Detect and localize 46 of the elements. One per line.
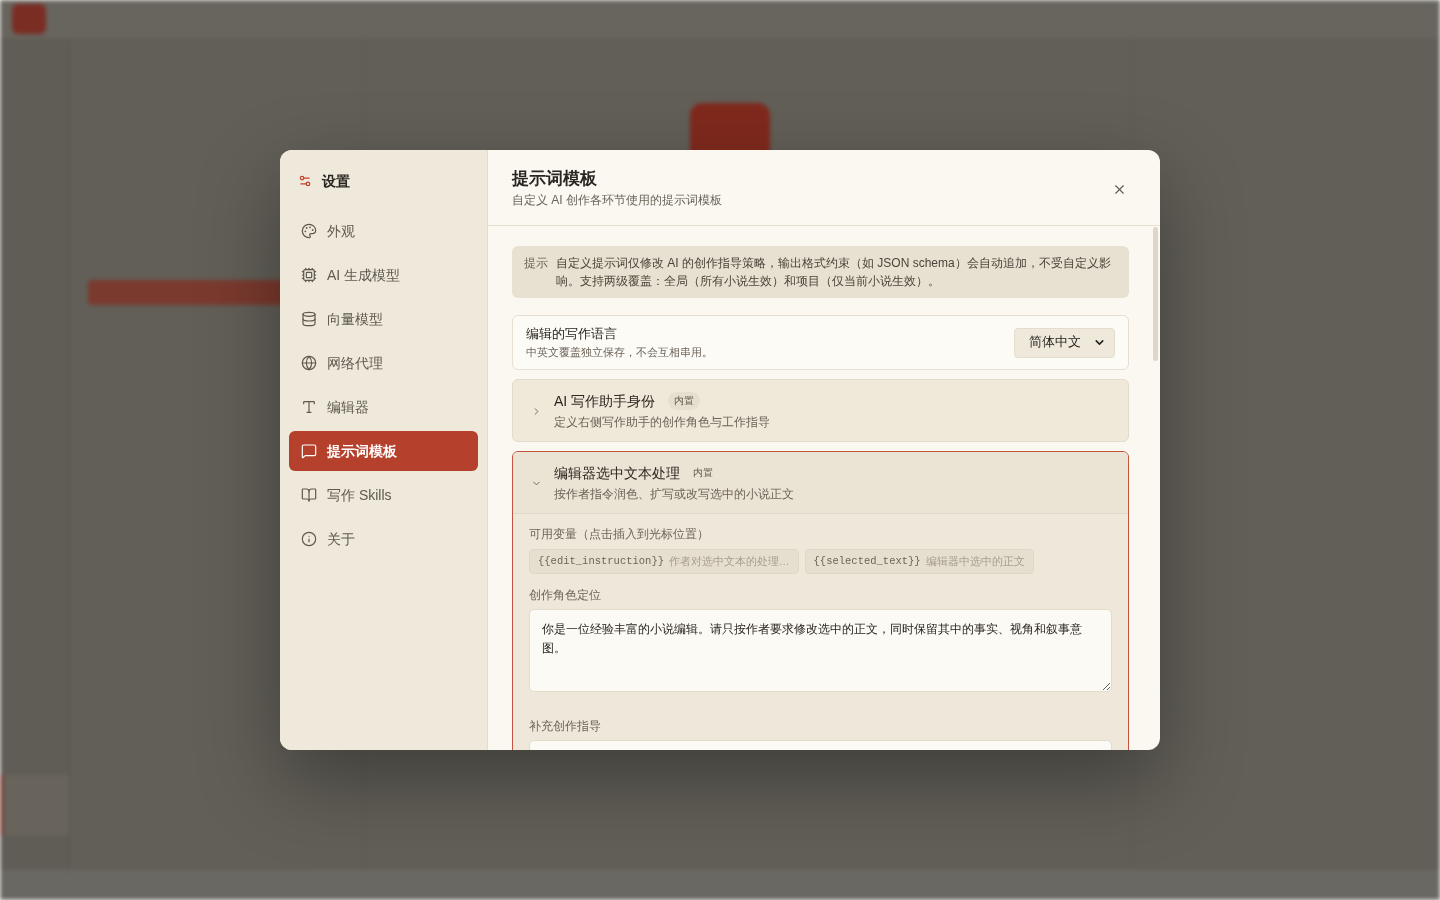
variable-name: {{selected_text}} xyxy=(813,553,921,569)
sidebar-item[interactable]: 关于 xyxy=(289,519,478,559)
scrollbar-thumb[interactable] xyxy=(1153,227,1158,361)
globe-icon xyxy=(301,355,317,371)
message-icon xyxy=(301,443,317,459)
notice-text: 自定义提示词仅修改 AI 的创作指导策略，输出格式约束（如 JSON schema）会自动追加，不受自定义影响。支持两级覆盖：全局（所有小说生效）和项目（仅当前小说生效）。 xyxy=(556,255,1112,290)
template-description: 定义右侧写作助手的创作角色与工作指导 xyxy=(554,414,770,431)
sidebar-item[interactable]: 写作 Skills xyxy=(289,475,478,515)
sidebar-item[interactable]: 向量模型 xyxy=(289,299,478,339)
builtin-label: 内置 xyxy=(693,466,713,480)
language-select[interactable]: 简体中文 xyxy=(1014,327,1115,358)
sidebar-item[interactable]: 外观 xyxy=(289,211,478,251)
variables-label: 可用变量（点击插入到光标位置） xyxy=(529,527,710,542)
template-description: 按作者指令润色、扩写或改写选中的小说正文 xyxy=(554,486,794,503)
chip-icon xyxy=(301,267,317,283)
text-icon xyxy=(301,399,317,415)
template-header[interactable]: AI 写作助手身份 内置 定义右侧写作助手的创作角色与工作指导 xyxy=(513,380,1128,441)
variable-name: {{edit_instruction}} xyxy=(538,553,665,569)
variable-description: 作者对选中文本的处理… xyxy=(669,553,790,569)
notice-label: 提示 xyxy=(524,255,548,272)
dialog-subtitle: 自定义 AI 创作各环节使用的提示词模板 xyxy=(512,192,722,209)
sidebar-item[interactable]: 网络代理 xyxy=(289,343,478,383)
field-label: 补充创作指导 xyxy=(529,719,602,734)
variable-chip[interactable]: {{selected_text}} 编辑器中选中的正文 xyxy=(804,549,1034,574)
blurred-logo-tile xyxy=(12,4,46,34)
builtin-badge: 内置 xyxy=(668,392,701,410)
setting-description: 中英文覆盖独立保存，不会互相串用。 xyxy=(526,345,713,360)
palette-icon xyxy=(301,223,317,239)
template-header[interactable]: 编辑器选中文本处理 内置 按作者指令润色、扩写或改写选中的小说正文 xyxy=(513,452,1128,514)
template-title: AI 写作助手身份 xyxy=(554,392,656,411)
prompt-text-area[interactable]: 你是一位经验丰富的小说编辑。请只按作者要求修改选中的正文，同时保留其中的事实、视角和叙事意图。 xyxy=(529,609,1112,692)
variable-chip[interactable]: {{edit_instruction}} 作者对选中文本的处理… xyxy=(529,549,799,574)
sidebar-item[interactable]: AI 生成模型 xyxy=(289,255,478,295)
close-icon xyxy=(1112,182,1127,197)
variable-description: 编辑器中选中的正文 xyxy=(925,553,1025,569)
field-label: 创作角色定位 xyxy=(529,588,602,603)
info-icon xyxy=(301,531,317,547)
template-title: 编辑器选中文本处理 xyxy=(554,464,680,483)
settings-icon xyxy=(298,174,312,188)
sidebar-item[interactable]: 编辑器 xyxy=(289,387,478,427)
sidebar-title: 设置 xyxy=(322,172,350,191)
setting-title: 编辑的写作语言 xyxy=(526,326,618,343)
dialog-title: 提示词模板 xyxy=(512,168,598,190)
book-icon xyxy=(301,487,317,503)
sidebar-item[interactable]: 提示词模板 xyxy=(289,431,478,471)
database-icon xyxy=(301,311,317,327)
